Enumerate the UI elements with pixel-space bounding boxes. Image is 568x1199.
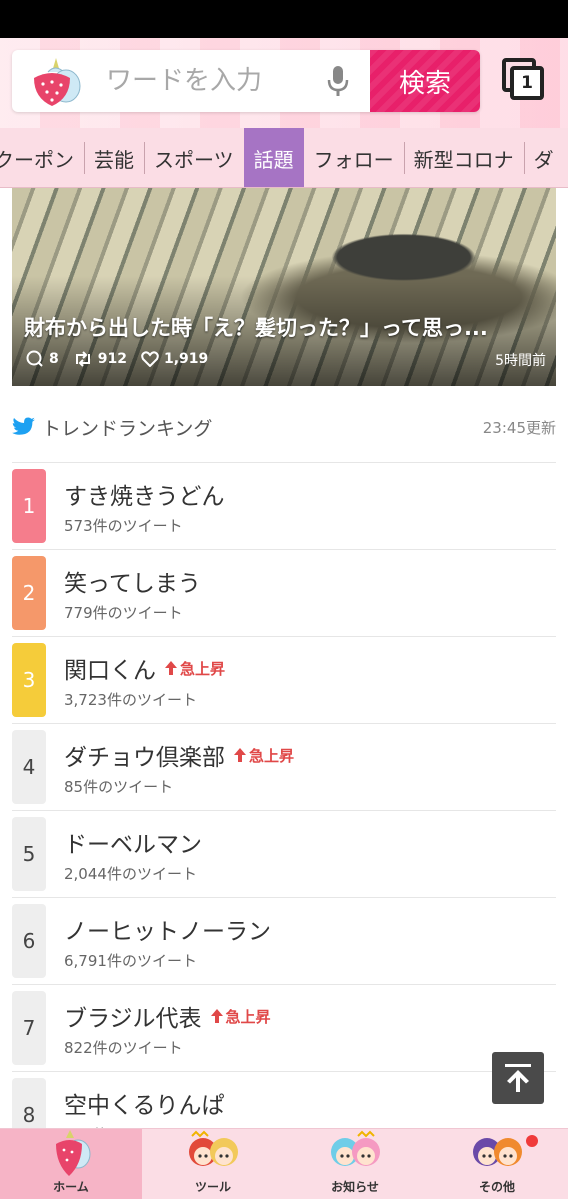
ranking-row[interactable]: 7 ブラジル代表 急上昇 822件のツイート [12,985,556,1072]
rising-arrow-icon [210,1009,223,1023]
rising-badge: 急上昇 [164,658,225,679]
rank-word-wrap: ドーベルマン [64,825,202,859]
rank-word-wrap: ブラジル代表 急上昇 [64,999,271,1033]
rank-word-wrap: 関口くん 急上昇 [64,651,225,685]
rank-number: 6 [12,904,46,978]
back-to-top-button[interactable] [492,1052,544,1104]
tweet-count: 573件のツイート [64,517,183,535]
rank-word-wrap: すき焼きうどん [64,477,225,511]
nav-tool[interactable]: ツール [142,1129,284,1199]
rank-word-wrap: 空中くるりんぱ [64,1086,225,1120]
article-time: 5時間前 [495,353,546,369]
trend-word[interactable]: 笑ってしまう [64,564,201,598]
nav-other[interactable]: その他 [426,1129,568,1199]
nav-notice-label: お知らせ [331,1180,379,1194]
ranking-row[interactable]: 3 関口くん 急上昇 3,723件のツイート [12,637,556,724]
rank-number: 2 [12,556,46,630]
rising-badge-label: 急上昇 [249,746,295,765]
retweet-count-value: 912 [97,351,127,367]
tweet-count: 3,723件のツイート [64,691,197,709]
trend-ranking-list: 1 すき焼きうどん 573件のツイート 2 笑ってしまう 779件のツイート 3 関口くん 急上… [12,462,556,1159]
bottom-nav: ホーム ツール お知らせ その他 [0,1128,568,1199]
tweet-count: 779件のツイート [64,604,183,622]
microphone-icon[interactable] [326,64,350,98]
ranking-row[interactable]: 6 ノーヒットノーラン 6,791件のツイート [12,898,556,985]
strawberry-logo-icon[interactable] [28,56,82,108]
nav-other-label: その他 [478,1180,515,1194]
trend-word[interactable]: 空中くるりんぱ [64,1086,225,1120]
rank-number: 3 [12,643,46,717]
ranking-row[interactable]: 2 笑ってしまう 779件のツイート [12,550,556,637]
twitter-bird-icon [12,417,35,435]
rising-arrow-icon [234,748,246,762]
tab-coupon[interactable]: クーポン [0,128,84,187]
retweet-count: 912 [73,350,127,368]
search-box: 検索 [12,50,480,112]
notification-dot [526,1135,538,1147]
comment-count: 8 [26,350,59,368]
tab-sports[interactable]: スポーツ [144,128,244,187]
trend-word[interactable]: ノーヒットノーラン [64,912,271,946]
notice-characters-icon [331,1130,380,1166]
comment-icon [26,350,43,367]
tab-next[interactable]: ダ [523,128,564,187]
trend-word[interactable]: ドーベルマン [64,825,202,859]
rising-badge-label: 急上昇 [180,659,226,678]
trend-updated-time: 23:45更新 [482,418,556,437]
tab-covid[interactable]: 新型コロナ [403,128,524,187]
featured-article[interactable]: 財布から出した時「え？髪切った？」って思っ... 8 912 1,919 5時間… [12,188,556,386]
arrow-up-icon [505,1064,531,1092]
article-title[interactable]: 財布から出した時「え？髪切った？」って思っ... [24,312,548,342]
tab-follow[interactable]: フォロー [304,128,404,187]
comment-count-value: 8 [49,351,59,367]
rank-word-wrap: ダチョウ倶楽部 急上昇 [64,738,294,772]
rank-number: 7 [12,991,46,1065]
ranking-row[interactable]: 4 ダチョウ倶楽部 急上昇 85件のツイート [12,724,556,811]
trend-title: トレンドランキング [42,417,213,440]
rank-number: 5 [12,817,46,891]
trend-word[interactable]: 関口くん [64,651,156,685]
other-characters-icon [473,1138,522,1166]
ranking-row[interactable]: 1 すき焼きうどん 573件のツイート [12,463,556,550]
tweet-count: 85件のツイート [64,778,174,796]
tabs-icon[interactable]: 1 [502,58,546,102]
search-input[interactable] [106,60,326,102]
article-meta: 8 912 1,919 [26,350,208,368]
trend-header: トレンドランキング 23:45更新 [12,412,556,442]
tab-topics[interactable]: 話題 [243,128,304,187]
rank-number: 4 [12,730,46,804]
nav-notice[interactable]: お知らせ [284,1129,426,1199]
rising-badge-label: 急上昇 [225,1007,271,1026]
trend-word[interactable]: ダチョウ倶楽部 [64,738,225,772]
tweet-count: 822件のツイート [64,1039,183,1057]
like-count-value: 1,919 [163,351,209,367]
header: 検索 1 [0,38,568,128]
rank-number: 1 [12,469,46,543]
trend-word[interactable]: すき焼きうどん [64,477,225,511]
heart-icon [141,351,159,367]
tweet-count: 2,044件のツイート [64,865,197,883]
rank-word-wrap: ノーヒットノーラン [64,912,271,946]
rising-badge: 急上昇 [233,745,294,766]
rising-badge: 急上昇 [210,1006,271,1027]
status-bar [0,0,568,38]
strawberry-icon [56,1130,91,1176]
tool-characters-icon [189,1130,238,1166]
rising-arrow-icon [165,661,177,675]
search-button[interactable]: 検索 [370,50,480,112]
ranking-row[interactable]: 5 ドーベルマン 2,044件のツイート [12,811,556,898]
tab-count: 1 [510,66,544,100]
category-nav: クーポン 芸能 スポーツ 話題 フォロー 新型コロナ ダ [0,128,568,188]
trend-word[interactable]: ブラジル代表 [64,999,202,1033]
nav-tool-label: ツール [194,1180,231,1194]
retweet-icon [75,351,90,367]
tweet-count: 6,791件のツイート [64,952,197,970]
rank-word-wrap: 笑ってしまう [64,564,201,598]
like-count: 1,919 [141,351,208,367]
nav-home-label: ホーム [53,1180,89,1194]
tab-entertainment[interactable]: 芸能 [84,128,144,187]
nav-home[interactable]: ホーム [0,1129,142,1199]
